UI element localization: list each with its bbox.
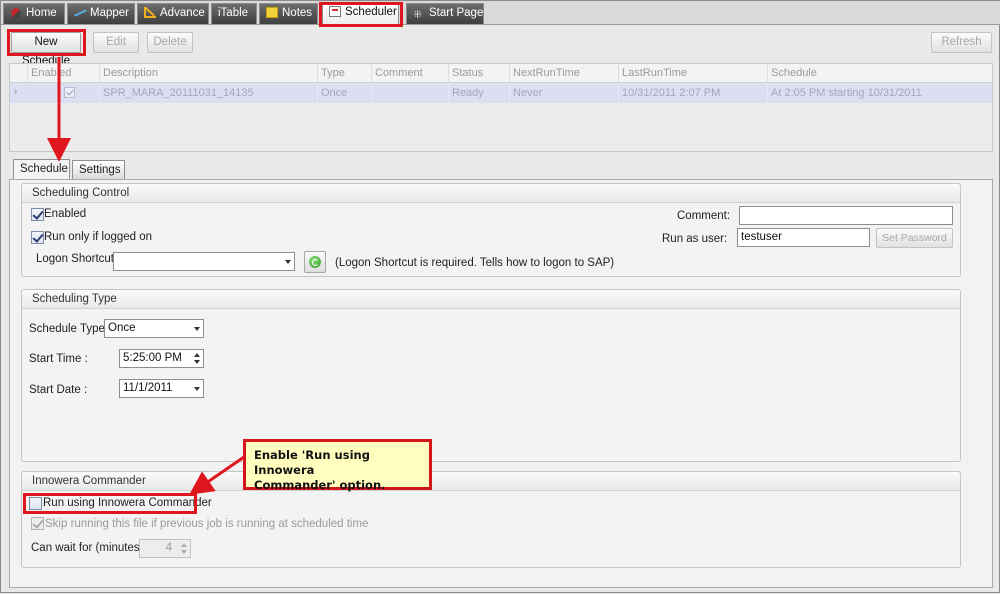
can-wait-label: Can wait for (minutes): [31, 542, 144, 554]
column-header-lastruntime[interactable]: LastRunTime: [618, 64, 767, 83]
new-schedule-button[interactable]: New Schedule: [11, 32, 81, 67]
tab-home[interactable]: Home: [3, 3, 65, 24]
run-using-innowera-commander-checkbox[interactable]: [29, 497, 42, 510]
chevron-down-icon: [194, 387, 200, 391]
refresh-button[interactable]: Refresh: [931, 32, 992, 53]
start-time-label: Start Time :: [29, 353, 88, 365]
schedule-grid: Enabled Description Type Comment Status …: [9, 63, 993, 152]
comment-label: Comment:: [677, 210, 731, 222]
start-time-field[interactable]: 5:25:00 PM: [119, 349, 204, 368]
tab-start-page[interactable]: ⁜ Start Page: [406, 3, 484, 24]
advance-icon: [144, 7, 156, 18]
group-title: Scheduling Control: [22, 184, 960, 203]
column-header-status[interactable]: Status: [448, 64, 509, 83]
skip-running-checkbox[interactable]: [31, 517, 44, 530]
start-page-icon: ⁜: [413, 9, 423, 21]
tab-mapper[interactable]: Mapper: [67, 3, 135, 24]
row-indicator-icon: ›: [14, 86, 18, 97]
group-title: Innowera Commander: [22, 472, 960, 491]
run-as-user-field[interactable]: testuser: [737, 228, 870, 247]
comment-field[interactable]: [739, 206, 953, 225]
run-only-if-logged-on-checkbox[interactable]: [31, 231, 44, 244]
cell-status: Ready: [448, 83, 509, 103]
mapper-icon: [74, 7, 86, 18]
enabled-checkbox[interactable]: [31, 208, 44, 221]
tab-scheduler[interactable]: Scheduler: [322, 2, 399, 25]
notes-icon: [266, 7, 278, 18]
cell-description: SPR_MARA_20111031_14135: [99, 83, 317, 103]
tab-schedule[interactable]: Schedule: [13, 159, 70, 180]
enabled-label: Enabled: [44, 208, 87, 220]
logon-shortcut-note: (Logon Shortcut is required. Tells how t…: [335, 257, 615, 269]
refresh-shortcuts-icon[interactable]: [304, 251, 326, 273]
delete-button[interactable]: Delete: [147, 32, 193, 53]
cell-schedule: At 2:05 PM starting 10/31/2011: [767, 83, 992, 103]
start-date-label: Start Date :: [29, 384, 88, 396]
tab-notes[interactable]: Notes: [259, 3, 318, 24]
chevron-down-icon: [194, 327, 200, 331]
chevron-down-icon: [285, 260, 291, 264]
main-tab-strip: Home Mapper Advance iTable Notes Schedul…: [1, 1, 1000, 25]
run-only-if-logged-on-label: Run only if logged on: [44, 231, 153, 243]
scheduler-icon: [329, 6, 341, 17]
row-enabled-checkbox[interactable]: [64, 87, 75, 98]
table-row[interactable]: › SPR_MARA_20111031_14135 Once Ready Nev…: [10, 83, 992, 103]
app-window: Home Mapper Advance iTable Notes Schedul…: [0, 0, 1000, 593]
spin-down-icon[interactable]: [181, 550, 187, 554]
home-icon: [10, 7, 22, 18]
schedule-type-label: Schedule Type:: [29, 323, 109, 335]
tab-advance[interactable]: Advance: [137, 3, 209, 24]
grid-header: Enabled Description Type Comment Status …: [10, 64, 992, 83]
run-as-user-label: Run as user:: [662, 233, 728, 245]
group-title: Scheduling Type: [22, 290, 960, 309]
cell-nextruntime: Never: [509, 83, 618, 103]
instruction-callout: Enable 'Run using Innowera Commander' op…: [243, 439, 432, 492]
edit-button[interactable]: Edit: [93, 32, 139, 53]
column-header-nextruntime[interactable]: NextRunTime: [509, 64, 618, 83]
column-header-comment[interactable]: Comment: [371, 64, 448, 83]
start-date-picker[interactable]: 11/1/2011: [119, 379, 204, 398]
cell-lastruntime: 10/31/2011 2:07 PM: [618, 83, 767, 103]
spin-up-icon[interactable]: [194, 353, 200, 357]
spin-down-icon[interactable]: [194, 360, 200, 364]
tab-itable[interactable]: iTable: [211, 3, 257, 24]
run-using-innowera-commander-label: Run using Innowera Commander: [43, 497, 212, 509]
column-header-type[interactable]: Type: [317, 64, 371, 83]
column-header-enabled[interactable]: Enabled: [27, 64, 99, 83]
column-header-description[interactable]: Description: [99, 64, 317, 83]
set-password-button[interactable]: Set Password: [876, 228, 953, 248]
cell-type: Once: [317, 83, 371, 103]
skip-running-label: Skip running this file if previous job i…: [45, 518, 369, 530]
logon-shortcut-label: Logon Shortcut: [36, 253, 115, 265]
scheduling-type-group: Scheduling Type: [21, 289, 961, 462]
schedule-type-select[interactable]: Once: [104, 319, 204, 338]
spin-up-icon[interactable]: [181, 543, 187, 547]
cell-comment: [371, 83, 448, 103]
tab-settings[interactable]: Settings: [72, 160, 125, 179]
can-wait-minutes-stepper[interactable]: 4: [139, 539, 191, 558]
logon-shortcut-select[interactable]: [113, 252, 295, 271]
column-header-schedule[interactable]: Schedule: [767, 64, 992, 83]
